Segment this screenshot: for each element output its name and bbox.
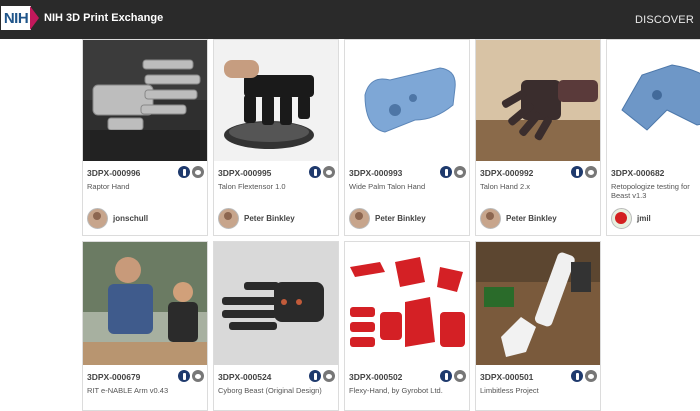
- author-row[interactable]: Peter Binkley: [480, 208, 557, 229]
- comment-icon[interactable]: [454, 166, 466, 178]
- model-card[interactable]: 3DPX-000501 Limbitless Project: [475, 241, 601, 411]
- comment-icon[interactable]: [323, 370, 335, 382]
- model-thumbnail[interactable]: [345, 242, 469, 365]
- author-name[interactable]: jonschull: [113, 214, 148, 223]
- top-navbar: NIH NIH 3D Print Exchange DISCOVER: [0, 0, 700, 39]
- model-id[interactable]: 3DPX-000682: [611, 168, 664, 178]
- nav-discover-link[interactable]: DISCOVER: [635, 14, 694, 26]
- comment-icon[interactable]: [323, 166, 335, 178]
- nih-chevron-icon: [30, 6, 39, 30]
- model-card[interactable]: 3DPX-000993 Wide Palm Talon Hand Peter B…: [344, 39, 470, 236]
- author-name[interactable]: Peter Binkley: [244, 214, 295, 223]
- nih-icon: [440, 370, 452, 382]
- nih-logo-box: NIH: [1, 6, 31, 30]
- model-thumbnail[interactable]: [476, 242, 600, 365]
- badge-group: [571, 166, 597, 178]
- model-thumbnail[interactable]: [83, 242, 207, 365]
- badge-group: [309, 166, 335, 178]
- model-card[interactable]: 3DPX-000992 Talon Hand 2.x Peter Binkley: [475, 39, 601, 236]
- model-id[interactable]: 3DPX-000501: [480, 372, 533, 382]
- model-name[interactable]: Raptor Hand: [87, 182, 130, 191]
- badge-group: [440, 370, 466, 382]
- nih-icon: [440, 166, 452, 178]
- model-card[interactable]: 3DPX-000524 Cyborg Beast (Original Desig…: [213, 241, 339, 411]
- nih-icon: [178, 370, 190, 382]
- site-title: NIH 3D Print Exchange: [44, 12, 164, 24]
- nih-icon: [178, 166, 190, 178]
- model-thumbnail[interactable]: [476, 40, 600, 161]
- author-row[interactable]: jmil: [611, 208, 651, 229]
- badge-group: [571, 370, 597, 382]
- model-id[interactable]: 3DPX-000996: [87, 168, 140, 178]
- author-row[interactable]: jonschull: [87, 208, 148, 229]
- model-id[interactable]: 3DPX-000992: [480, 168, 533, 178]
- model-card[interactable]: 3DPX-000682 Retopologize testing for Bea…: [606, 39, 700, 236]
- comment-icon[interactable]: [192, 370, 204, 382]
- model-thumbnail[interactable]: [345, 40, 469, 161]
- badge-group: [309, 370, 335, 382]
- comment-icon[interactable]: [585, 370, 597, 382]
- avatar: [87, 208, 108, 229]
- model-name[interactable]: Limbitless Project: [480, 386, 539, 395]
- author-row[interactable]: Peter Binkley: [349, 208, 426, 229]
- badge-group: [178, 166, 204, 178]
- model-name[interactable]: Cyborg Beast (Original Design): [218, 386, 322, 395]
- author-name[interactable]: Peter Binkley: [375, 214, 426, 223]
- model-thumbnail[interactable]: [607, 40, 700, 161]
- model-thumbnail[interactable]: [214, 242, 338, 365]
- model-id[interactable]: 3DPX-000679: [87, 372, 140, 382]
- author-row[interactable]: Peter Binkley: [218, 208, 295, 229]
- model-name[interactable]: Wide Palm Talon Hand: [349, 182, 425, 191]
- model-thumbnail[interactable]: [83, 40, 207, 161]
- nih-icon: [309, 370, 321, 382]
- model-thumbnail[interactable]: [214, 40, 338, 161]
- model-card[interactable]: 3DPX-000996 Raptor Hand jonschull: [82, 39, 208, 236]
- model-card[interactable]: 3DPX-000679 RIT e-NABLE Arm v0.43: [82, 241, 208, 411]
- model-name[interactable]: Talon Hand 2.x: [480, 182, 530, 191]
- author-name[interactable]: jmil: [637, 214, 651, 223]
- nih-icon: [309, 166, 321, 178]
- model-id[interactable]: 3DPX-000993: [349, 168, 402, 178]
- model-card[interactable]: 3DPX-000995 Talon Flextensor 1.0 Peter B…: [213, 39, 339, 236]
- model-id[interactable]: 3DPX-000995: [218, 168, 271, 178]
- badge-group: [440, 166, 466, 178]
- model-id[interactable]: 3DPX-000524: [218, 372, 271, 382]
- model-grid: 3DPX-000996 Raptor Hand jonschull 3DPX-0…: [82, 39, 700, 411]
- comment-icon[interactable]: [454, 370, 466, 382]
- nih-icon: [571, 166, 583, 178]
- model-name[interactable]: Flexy-Hand, by Gyrobot Ltd.: [349, 386, 443, 395]
- model-name[interactable]: Talon Flextensor 1.0: [218, 182, 286, 191]
- author-name[interactable]: Peter Binkley: [506, 214, 557, 223]
- comment-icon[interactable]: [585, 166, 597, 178]
- model-name[interactable]: Retopologize testing for Beast v1.3: [611, 182, 700, 200]
- avatar: [480, 208, 501, 229]
- comment-icon[interactable]: [192, 166, 204, 178]
- model-id[interactable]: 3DPX-000502: [349, 372, 402, 382]
- nih-icon: [571, 370, 583, 382]
- avatar: [349, 208, 370, 229]
- avatar: [611, 208, 632, 229]
- model-card[interactable]: 3DPX-000502 Flexy-Hand, by Gyrobot Ltd.: [344, 241, 470, 411]
- model-name[interactable]: RIT e-NABLE Arm v0.43: [87, 386, 168, 395]
- avatar: [218, 208, 239, 229]
- site-logo[interactable]: NIH NIH 3D Print Exchange: [0, 4, 163, 32]
- badge-group: [178, 370, 204, 382]
